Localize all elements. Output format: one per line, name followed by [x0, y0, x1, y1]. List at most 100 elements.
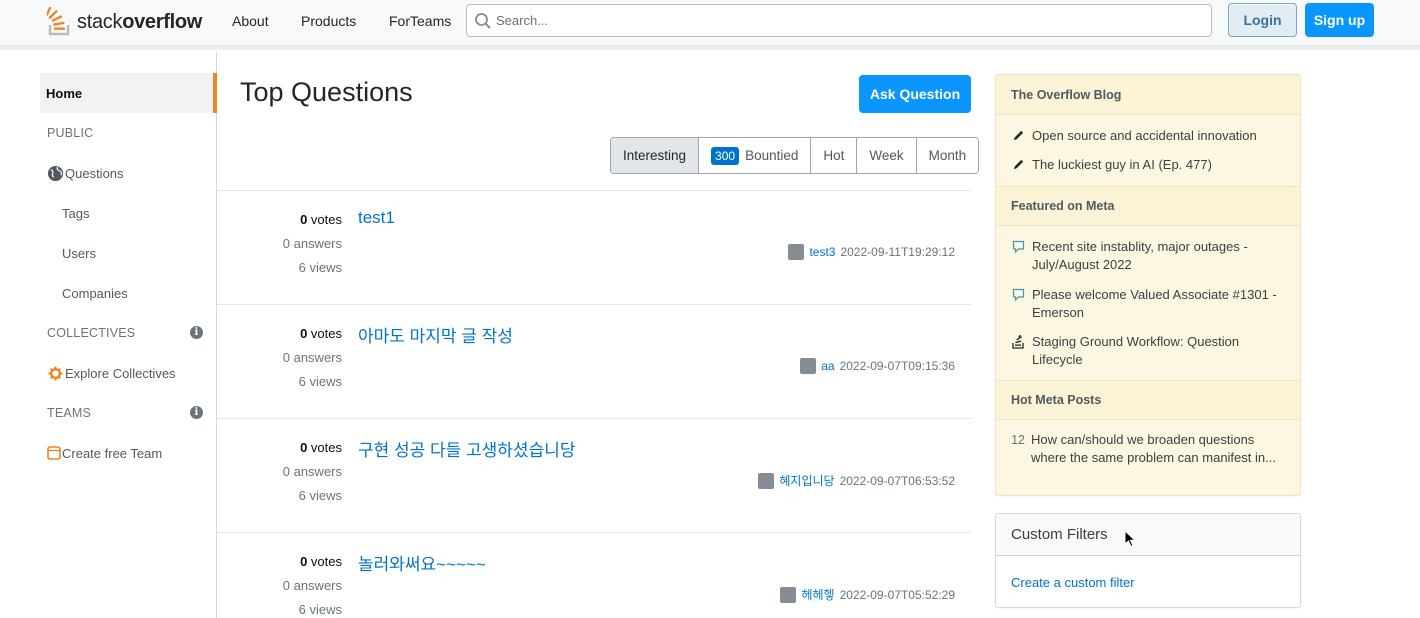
view-count: 6 views	[298, 602, 342, 617]
avatar[interactable]	[788, 244, 805, 260]
question-title-link[interactable]: 구현 성공 다들 고생하셨습니당	[358, 436, 576, 461]
answer-count: 0 answers	[282, 464, 342, 479]
question-row: 0 votes 0 answers 6 views test1 test3 20…	[217, 190, 971, 304]
timestamp: 2022-09-07T05:52:29	[839, 587, 955, 602]
meta-item-text: Staging Ground Workflow: Question Lifecy…	[1032, 334, 1240, 367]
sidebar-item-tags[interactable]: Tags	[40, 193, 216, 233]
timestamp: 2022-09-07T06:53:52	[839, 473, 955, 488]
hot-meta-item[interactable]: 12 How can/should we broaden questions w…	[1011, 431, 1291, 467]
tab-label: Bountied	[745, 148, 799, 163]
left-sidebar: Home PUBLIC Questions Tags Users Compani…	[40, 52, 217, 618]
sidebar-section-label: TEAMS	[47, 406, 92, 420]
sidebar-section-public: PUBLIC	[47, 126, 94, 140]
logo-wordmark: stackoverflow	[77, 10, 203, 33]
top-bar: stackoverflow About Products ForTeams Lo…	[0, 0, 1420, 50]
question-filter-tabs: Interesting 300 Bountied Hot Week Month	[610, 137, 980, 174]
user-link[interactable]: aa	[821, 359, 834, 373]
view-count: 6 views	[298, 488, 342, 503]
answer-count: 0 answers	[282, 350, 342, 365]
search-icon	[475, 12, 491, 29]
question-row: 0 votes 0 answers 6 views 아마도 마지막 글 작성 a…	[217, 304, 971, 418]
hot-meta-section-title: Hot Meta Posts	[996, 380, 1300, 420]
question-meta: 혜지입니당 2022-09-07T06:53:52	[758, 472, 955, 489]
view-count: 6 views	[298, 374, 342, 389]
question-list: 0 votes 0 answers 6 views test1 test3 20…	[217, 190, 971, 618]
nav-for-teams[interactable]: ForTeams	[389, 13, 451, 29]
create-custom-filter-link[interactable]: Create a custom filter	[1011, 575, 1135, 590]
sidebar-item-label: Create free Team	[62, 445, 163, 461]
meta-item[interactable]: Please welcome Valued Associate #1301 - …	[1011, 286, 1291, 322]
question-meta: 헤헤헿 2022-09-07T05:52:29	[780, 586, 955, 603]
question-title-link[interactable]: test1	[358, 208, 395, 228]
overflow-blog-widget: The Overflow Blog Open source and accide…	[995, 74, 1301, 496]
sidebar-item-label: Explore Collectives	[65, 365, 176, 381]
blog-item-text: Open source and accidental innovation	[1032, 128, 1257, 143]
meta-item-text: Recent site instablity, major outages - …	[1032, 239, 1248, 272]
avatar[interactable]	[800, 358, 817, 374]
info-icon[interactable]: i	[190, 406, 203, 419]
meta-item[interactable]: Recent site instablity, major outages - …	[1011, 238, 1291, 274]
ask-question-button[interactable]: Ask Question	[859, 75, 971, 113]
avatar[interactable]	[780, 586, 797, 603]
stack-icon	[1011, 333, 1026, 369]
sidebar-section-teams: TEAMS i	[40, 393, 216, 433]
user-link[interactable]: 혜지입니당	[779, 472, 834, 489]
tab-interesting[interactable]: Interesting	[611, 138, 700, 173]
globe-icon	[47, 165, 64, 181]
user-link[interactable]: test3	[809, 245, 835, 259]
question-meta: aa 2022-09-07T09:15:36	[800, 358, 955, 374]
meta-item[interactable]: Staging Ground Workflow: Question Lifecy…	[1011, 333, 1291, 369]
nav-about[interactable]: About	[232, 13, 269, 29]
tab-month[interactable]: Month	[916, 138, 979, 173]
blog-section-title: The Overflow Blog	[996, 75, 1300, 115]
vote-count: 0 votes	[300, 440, 342, 455]
answer-count: 0 answers	[282, 236, 342, 251]
info-icon[interactable]: i	[190, 326, 203, 339]
tab-hot[interactable]: Hot	[811, 138, 858, 173]
pencil-icon	[1011, 156, 1026, 174]
stack-logo-icon	[47, 7, 70, 36]
pencil-icon	[1011, 127, 1026, 145]
user-link[interactable]: 헤헤헿	[801, 586, 834, 603]
sidebar-item-explore-collectives[interactable]: Explore Collectives	[40, 353, 216, 393]
meta-item-text: Please welcome Valued Associate #1301 - …	[1032, 287, 1277, 320]
question-meta: test3 2022-09-11T19:29:12	[788, 244, 955, 260]
search-input[interactable]	[496, 13, 1196, 28]
sidebar-item-label: Questions	[65, 165, 124, 181]
bounty-count-badge: 300	[711, 146, 740, 165]
timestamp: 2022-09-07T09:15:36	[839, 359, 955, 373]
stackoverflow-logo[interactable]: stackoverflow	[47, 6, 202, 38]
sidebar-item-users[interactable]: Users	[40, 233, 216, 273]
question-title-link[interactable]: 아마도 마지막 글 작성	[358, 322, 513, 347]
sidebar-section-collectives: COLLECTIVES i	[40, 313, 216, 353]
blog-item[interactable]: The luckiest guy in AI (Ep. 477)	[1011, 156, 1291, 174]
sidebar-item-create-team[interactable]: Create free Team	[40, 433, 216, 473]
tab-week[interactable]: Week	[857, 138, 917, 173]
answer-count: 0 answers	[282, 578, 342, 593]
hot-meta-count: 12	[1011, 433, 1025, 447]
blog-item[interactable]: Open source and accidental innovation	[1011, 127, 1291, 145]
meta-section-title: Featured on Meta	[996, 186, 1300, 226]
nav-products[interactable]: Products	[301, 13, 356, 29]
sidebar-item-questions[interactable]: Questions	[40, 153, 216, 193]
tab-bountied[interactable]: 300 Bountied	[699, 138, 812, 173]
avatar[interactable]	[758, 472, 775, 489]
search-box[interactable]	[466, 4, 1212, 37]
cursor-icon	[1124, 530, 1137, 548]
blog-item-text: The luckiest guy in AI (Ep. 477)	[1032, 157, 1212, 172]
vote-count: 0 votes	[300, 326, 342, 341]
hot-meta-text: How can/should we broaden questions wher…	[1031, 432, 1276, 465]
team-icon	[47, 446, 61, 460]
sidebar-section-label: COLLECTIVES	[47, 326, 136, 340]
sidebar-item-companies[interactable]: Companies	[40, 273, 216, 313]
signup-button[interactable]: Sign up	[1305, 3, 1374, 37]
custom-filters-widget: Custom Filters Create a custom filter	[995, 513, 1301, 608]
sidebar-item-home[interactable]: Home	[40, 73, 217, 113]
speech-bubble-icon	[1011, 238, 1026, 274]
vote-count: 0 votes	[300, 554, 342, 569]
custom-filters-title: Custom Filters	[996, 514, 1300, 556]
question-title-link[interactable]: 놀러와써요~~~~~	[358, 550, 486, 575]
page-title: Top Questions	[240, 77, 413, 107]
login-button[interactable]: Login	[1228, 3, 1297, 37]
question-row: 0 votes 0 answers 6 views 구현 성공 다들 고생하셨습…	[217, 418, 971, 532]
